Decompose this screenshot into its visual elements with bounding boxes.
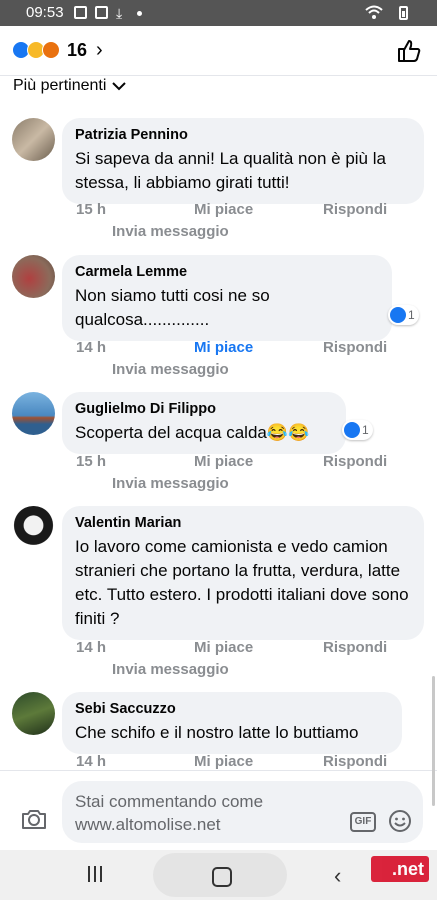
comment-time: 14 h bbox=[76, 639, 107, 656]
back-icon[interactable]: ‹ bbox=[334, 863, 341, 889]
reply-button[interactable]: Rispondi bbox=[323, 639, 387, 656]
sort-label: Più pertinenti bbox=[13, 77, 107, 94]
scrollbar[interactable] bbox=[432, 676, 435, 806]
watermark-logo: .net bbox=[371, 856, 429, 882]
download-icon: ⤓ bbox=[116, 5, 123, 21]
reaction-badge-count: 1 bbox=[362, 423, 369, 437]
like-button[interactable]: Mi piace bbox=[194, 639, 253, 656]
wifi-icon bbox=[365, 5, 383, 19]
reaction-stack bbox=[12, 41, 60, 59]
gif-button[interactable]: GIF bbox=[350, 812, 376, 832]
comment-author[interactable]: Carmela Lemme bbox=[75, 263, 379, 281]
recent-apps-icon[interactable] bbox=[88, 866, 102, 882]
comment-author[interactable]: Guglielmo Di Filippo bbox=[75, 400, 333, 418]
chevron-right-icon[interactable]: › bbox=[96, 39, 103, 62]
notification-icon bbox=[95, 6, 108, 19]
reply-button[interactable]: Rispondi bbox=[323, 753, 387, 770]
gallery-icon bbox=[74, 6, 87, 19]
notification-icons: ⤓ bbox=[74, 6, 142, 20]
comment-text: Si sapeva da anni! La qualità non è più … bbox=[75, 149, 386, 192]
status-time: 09:53 bbox=[26, 4, 64, 21]
comment-time: 14 h bbox=[76, 753, 107, 770]
reply-button[interactable]: Rispondi bbox=[323, 453, 387, 470]
home-icon[interactable] bbox=[153, 853, 287, 897]
system-nav-bar: ‹ .net bbox=[0, 850, 437, 900]
reaction-count: 16 bbox=[67, 40, 88, 60]
comment-input-placeholder: Stai commentando come www.altomolise.net bbox=[75, 792, 264, 834]
avatar[interactable] bbox=[12, 118, 55, 161]
reaction-badge-count: 1 bbox=[408, 308, 415, 322]
avatar[interactable] bbox=[12, 255, 55, 298]
like-reaction-icon bbox=[344, 422, 360, 438]
reactions-header[interactable]: 16 › bbox=[0, 26, 437, 76]
comment-bubble[interactable]: Valentin Marian Io lavoro come camionist… bbox=[62, 506, 424, 640]
battery-icon bbox=[399, 6, 408, 20]
status-bar: 09:53 ⤓ bbox=[0, 0, 437, 26]
like-button[interactable]: Mi piace bbox=[194, 753, 253, 770]
comment-composer: Stai commentando come www.altomolise.net… bbox=[0, 770, 437, 850]
comment-bubble[interactable]: Carmela Lemme Non siamo tutti cosi ne so… bbox=[62, 255, 392, 341]
comment-text: Che schifo e il nostro latte lo buttiamo bbox=[75, 723, 359, 742]
send-message-button[interactable]: Invia messaggio bbox=[112, 223, 229, 240]
like-button[interactable]: Mi piace bbox=[194, 339, 253, 356]
sort-dropdown[interactable]: Più pertinenti bbox=[13, 77, 127, 95]
comment-input[interactable]: Stai commentando come www.altomolise.net… bbox=[62, 781, 423, 843]
like-button[interactable]: Mi piace bbox=[194, 453, 253, 470]
reaction-badge[interactable]: 1 bbox=[342, 420, 373, 440]
comment-bubble[interactable]: Sebi Saccuzzo Che schifo e il nostro lat… bbox=[62, 692, 402, 754]
comment-bubble[interactable]: Guglielmo Di Filippo Scoperta del acqua … bbox=[62, 392, 346, 454]
comment-author[interactable]: Patrizia Pennino bbox=[75, 126, 411, 144]
avatar[interactable] bbox=[12, 692, 55, 735]
send-message-button[interactable]: Invia messaggio bbox=[112, 475, 229, 492]
comment-author[interactable]: Valentin Marian bbox=[75, 514, 411, 532]
avatar[interactable] bbox=[12, 506, 55, 549]
chevron-down-icon bbox=[112, 82, 127, 91]
reaction-badge[interactable]: 1 bbox=[388, 305, 419, 325]
comment-text: Scoperta del acqua calda😂😂 bbox=[75, 423, 310, 442]
angry-reaction-icon bbox=[42, 41, 60, 59]
comment-text: Non siamo tutti cosi ne so qualcosa.....… bbox=[75, 286, 270, 329]
send-message-button[interactable]: Invia messaggio bbox=[112, 361, 229, 378]
comment-author[interactable]: Sebi Saccuzzo bbox=[75, 700, 389, 718]
reply-button[interactable]: Rispondi bbox=[323, 201, 387, 218]
like-thumb-icon[interactable] bbox=[396, 38, 422, 64]
like-reaction-icon bbox=[390, 307, 406, 323]
reply-button[interactable]: Rispondi bbox=[323, 339, 387, 356]
comment-text: Io lavoro come camionista e vedo camion … bbox=[75, 537, 409, 628]
comments-sheet: 16 › Più pertinenti Patrizia Pennino Si … bbox=[0, 26, 437, 874]
camera-icon[interactable] bbox=[20, 807, 48, 831]
comment-time: 15 h bbox=[76, 201, 107, 218]
comment-time: 14 h bbox=[76, 339, 107, 356]
emoji-icon[interactable] bbox=[388, 809, 412, 833]
send-message-button[interactable]: Invia messaggio bbox=[112, 661, 229, 678]
avatar[interactable] bbox=[12, 392, 55, 435]
comment-time: 15 h bbox=[76, 453, 107, 470]
comment-bubble[interactable]: Patrizia Pennino Si sapeva da anni! La q… bbox=[62, 118, 424, 204]
dot-icon bbox=[137, 11, 142, 16]
like-button[interactable]: Mi piace bbox=[194, 201, 253, 218]
